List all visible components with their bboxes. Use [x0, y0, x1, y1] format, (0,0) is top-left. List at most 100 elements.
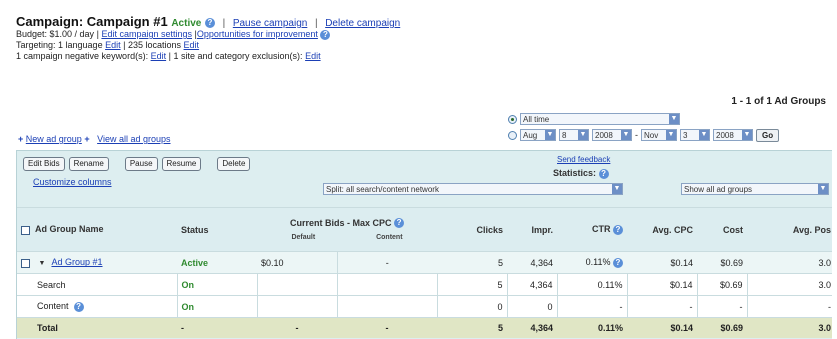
from-year-select[interactable]: 2008 ▼	[592, 129, 632, 141]
table-row: Content ? On 0 0 - - - -	[17, 295, 832, 318]
view-all-ad-groups-link[interactable]: View all ad groups	[97, 134, 170, 144]
send-feedback-link[interactable]: Send feedback	[557, 155, 610, 164]
header-cost[interactable]: Cost	[697, 207, 747, 252]
expand-caret-icon[interactable]: ▼	[39, 260, 46, 267]
header-content-bid: Content	[376, 234, 403, 242]
header-impressions[interactable]: Impr.	[507, 207, 557, 252]
rename-button[interactable]: Rename	[68, 157, 109, 171]
header-avg-pos[interactable]: Avg. Pos	[747, 207, 832, 252]
edit-campaign-settings-link[interactable]: Edit campaign settings	[101, 29, 192, 39]
help-icon[interactable]: ?	[204, 17, 215, 28]
help-icon[interactable]: ?	[73, 301, 84, 312]
from-month-select[interactable]: Aug ▼	[520, 129, 556, 141]
delete-button[interactable]: Delete	[217, 157, 251, 171]
negatives-line: 1 campaign negative keyword(s): Edit | 1…	[16, 51, 321, 61]
help-icon[interactable]: ?	[320, 29, 331, 40]
row-ctr: -	[556, 295, 627, 318]
locations-text: 235 locations	[127, 40, 182, 50]
date-range-picker: All time ▼ Aug ▼ 8 ▼ 2008 ▼ - Nov ▼ 3 ▼ 2008 ▼ …	[508, 111, 832, 143]
row-status: On	[176, 273, 257, 296]
ad-group-link[interactable]: Ad Group #1	[51, 257, 102, 267]
dropdown-arrow-icon: ▼	[612, 184, 622, 194]
pagination-range: 1 - 1 of 1 Ad Groups	[731, 96, 826, 107]
go-button[interactable]: Go	[756, 128, 780, 142]
row-clicks: 5	[436, 273, 507, 296]
new-ad-group-link[interactable]: New ad group	[26, 134, 82, 144]
dropdown-arrow-icon: ▼	[699, 130, 709, 140]
to-month-select[interactable]: Nov ▼	[641, 129, 677, 141]
help-icon[interactable]: ?	[394, 218, 405, 229]
to-year-select[interactable]: 2008 ▼	[713, 129, 753, 141]
select-all-checkbox[interactable]	[21, 225, 30, 235]
total-avg-pos: 3.0	[747, 317, 832, 338]
row-ctr: 0.11% ?	[557, 251, 627, 274]
table-row: Search On 5 4,364 0.11% $0.14 $0.69 3.0	[17, 273, 832, 296]
edit-locations-link[interactable]: Edit	[184, 40, 200, 50]
row-network-name: Search	[17, 273, 177, 296]
row-avg-cpc: $0.14	[627, 251, 697, 274]
ad-group-links: + New ad group + View all ad groups	[18, 134, 171, 144]
customize-columns-link[interactable]: Customize columns	[33, 177, 112, 187]
ad-group-toolbar: Edit Bids Rename Pause Resume Delete	[23, 157, 251, 171]
row-ctr: 0.11%	[556, 273, 627, 296]
dropdown-arrow-icon: ▼	[666, 130, 676, 140]
header-clicks[interactable]: Clicks	[437, 207, 507, 252]
ad-groups-panel: Edit Bids Rename Pause Resume Delete Cus…	[16, 150, 832, 339]
help-icon[interactable]: ?	[598, 168, 609, 179]
edit-language-link[interactable]: Edit	[105, 40, 121, 50]
help-icon[interactable]: ?	[613, 224, 623, 235]
resume-button[interactable]: Resume	[161, 157, 202, 171]
preset-range-radio[interactable]	[508, 114, 517, 124]
row-checkbox[interactable]	[21, 258, 30, 268]
table-row: ▼ Ad Group #1 Active $0.10 - 5 4,364 0.1…	[17, 251, 832, 274]
header-ctr[interactable]: CTR ?	[557, 207, 627, 252]
row-avg-pos: 3.0	[746, 273, 832, 296]
campaign-page: Campaign: Campaign #1 Active ? | Pause c…	[8, 8, 832, 339]
row-content-bid: -	[336, 251, 437, 274]
campaign-title-line: Campaign: Campaign #1 Active ? | Pause c…	[16, 14, 401, 29]
targeting-line: Targeting: 1 language Edit | 235 locatio…	[16, 40, 200, 50]
header-default-bid: Default	[291, 234, 316, 242]
preset-range-select[interactable]: All time ▼	[520, 113, 680, 125]
total-avg-cpc: $0.14	[627, 317, 697, 338]
row-network-name: Content	[37, 301, 69, 312]
edit-negatives-link[interactable]: Edit	[151, 51, 167, 61]
row-status: Active	[177, 251, 257, 274]
row-impressions: 4,364	[507, 251, 557, 274]
row-default-bid[interactable]: $0.10	[257, 251, 337, 274]
row-avg-cpc: -	[626, 295, 697, 318]
help-icon[interactable]: ?	[613, 257, 623, 268]
dropdown-arrow-icon: ▼	[669, 114, 679, 124]
edit-exclusions-link[interactable]: Edit	[305, 51, 321, 61]
header-ad-group-name[interactable]: Ad Group Name	[17, 207, 177, 252]
row-impressions: 0	[506, 295, 557, 318]
total-clicks: 5	[437, 317, 507, 338]
edit-bids-button[interactable]: Edit Bids	[23, 157, 65, 171]
row-avg-pos: 3.0	[747, 251, 832, 274]
pause-button[interactable]: Pause	[124, 157, 158, 171]
statistics-label: Statistics: ?	[553, 168, 609, 179]
total-label: Total	[17, 317, 177, 338]
dropdown-arrow-icon: ▼	[818, 184, 828, 194]
row-cost: -	[696, 295, 747, 318]
header-avg-cpc[interactable]: Avg. CPC	[627, 207, 697, 252]
opportunities-link[interactable]: Opportunities for improvement	[197, 29, 318, 39]
row-impressions: 4,364	[506, 273, 557, 296]
row-cost: $0.69	[697, 251, 747, 274]
row-status: On	[176, 295, 257, 318]
delete-campaign-link[interactable]: Delete campaign	[325, 18, 400, 29]
from-day-select[interactable]: 8 ▼	[559, 129, 589, 141]
show-ad-groups-select[interactable]: Show all ad groups ▼	[681, 183, 829, 195]
split-select[interactable]: Split: all search/content network ▼	[323, 183, 623, 195]
header-status[interactable]: Status	[177, 207, 257, 252]
dropdown-arrow-icon: ▼	[621, 130, 631, 140]
negatives-text: 1 campaign negative keyword(s):	[16, 51, 149, 61]
exclusions-text: 1 site and category exclusion(s):	[173, 51, 303, 61]
row-avg-pos: -	[746, 295, 832, 318]
pause-campaign-link[interactable]: Pause campaign	[233, 18, 308, 29]
total-row: Total - - - 5 4,364 0.11% $0.14 $0.69 3.…	[17, 317, 832, 338]
total-impressions: 4,364	[507, 317, 557, 338]
campaign-title: Campaign: Campaign #1	[16, 14, 168, 29]
to-day-select[interactable]: 3 ▼	[680, 129, 710, 141]
custom-range-radio[interactable]	[508, 130, 517, 140]
